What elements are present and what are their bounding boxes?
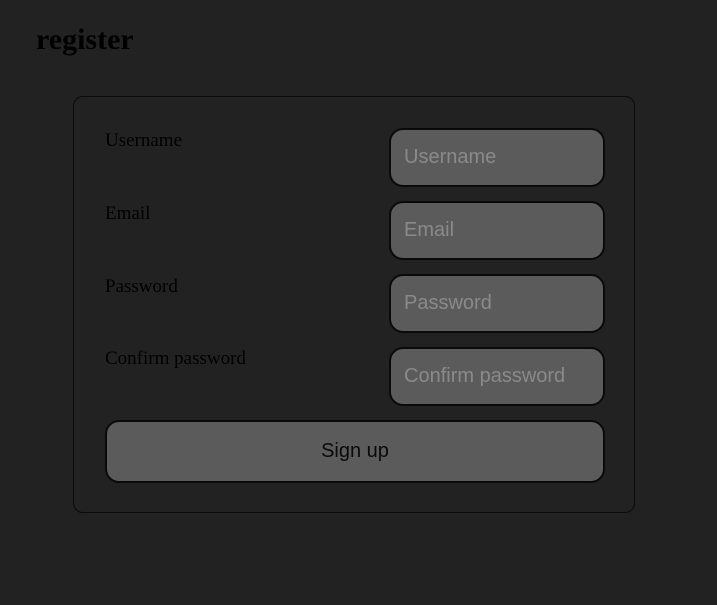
password-label: Password [105, 276, 178, 297]
password-input[interactable] [389, 274, 605, 333]
register-form: Username Email Password Confirm password… [73, 96, 635, 513]
page-title: register [36, 23, 134, 56]
email-input[interactable] [389, 201, 605, 260]
email-label: Email [105, 203, 151, 224]
username-input[interactable] [389, 128, 605, 187]
username-label: Username [105, 130, 183, 151]
confirm-password-input[interactable] [389, 347, 605, 406]
confirm-password-label: Confirm password [105, 348, 246, 369]
sign-up-button[interactable]: Sign up [105, 420, 605, 483]
